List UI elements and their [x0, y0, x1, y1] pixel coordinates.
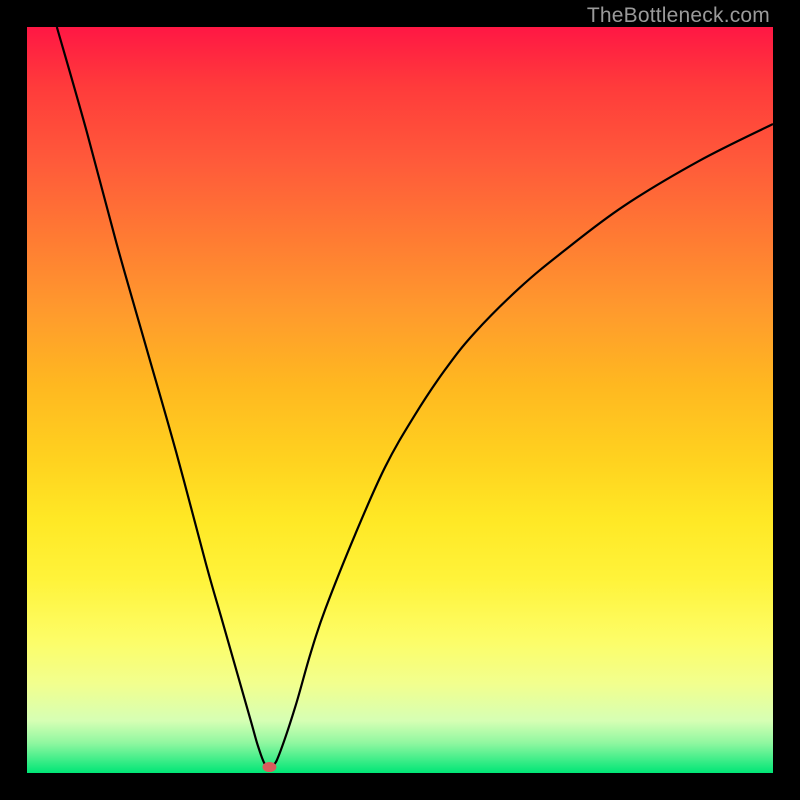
plot-area: [27, 27, 773, 773]
optimal-point-marker: [262, 762, 276, 772]
chart-container: TheBottleneck.com: [0, 0, 800, 800]
bottleneck-curve: [57, 27, 773, 768]
chart-svg: [27, 27, 773, 773]
attribution-text: TheBottleneck.com: [587, 4, 770, 28]
